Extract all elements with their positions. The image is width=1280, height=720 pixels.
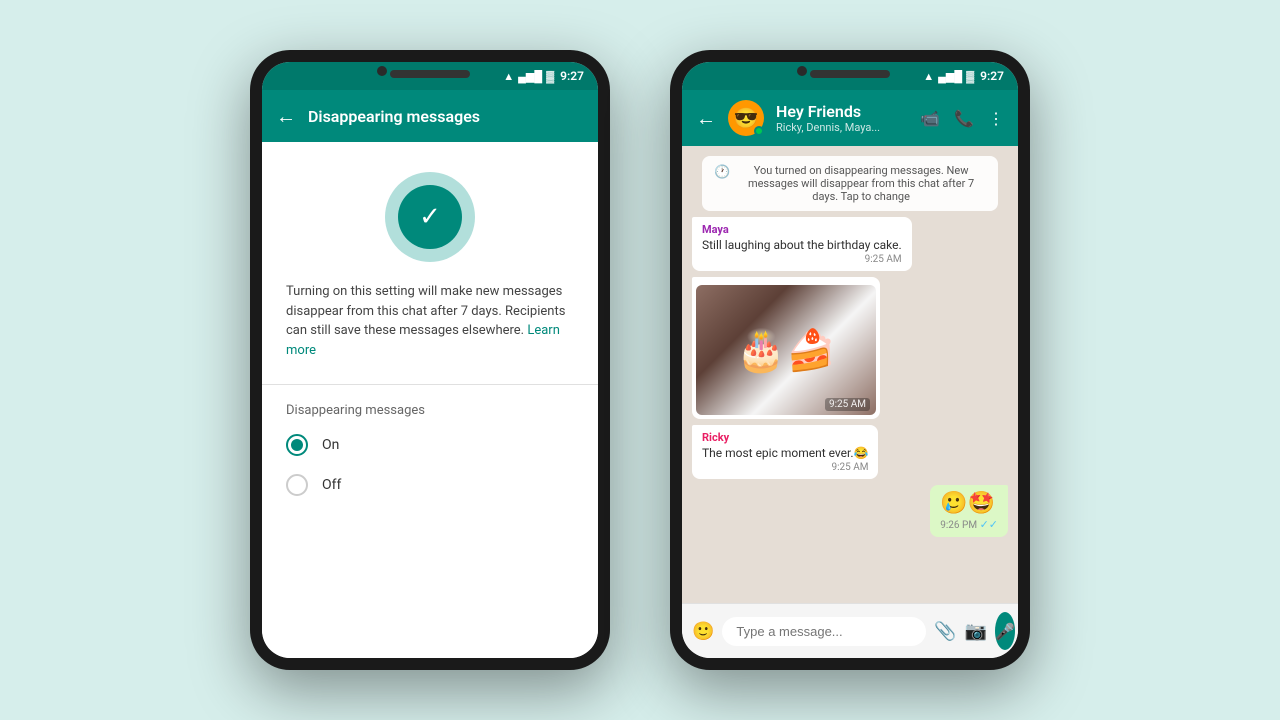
icon-circle: ✓ [385,172,475,262]
wifi-icon-2: ▲ [923,70,934,83]
battery-icon-1: ▓ [546,70,554,83]
phone-1-inner: ▲ ▄▆█ ▓ 9:27 ← Disappearing messages ✓ [262,62,598,658]
system-message-text: You turned on disappearing messages. New… [736,164,986,203]
msg-time-maya: 9:25 AM [702,254,902,265]
description-text: Turning on this setting will make new me… [262,282,598,380]
time-display-1: 9:27 [560,69,584,83]
chat-area: 🕐 You turned on disappearing messages. N… [682,146,1018,603]
wifi-icon-1: ▲ [503,70,514,83]
message-text-maya: Still laughing about the birthday cake. [702,238,902,252]
phone-camera [377,66,387,76]
bubble-sent-emoji: 🥲🤩 9:26 PM ✓✓ [930,485,1008,537]
emoji-icon[interactable]: 🙂 [692,621,714,642]
chat-toolbar-icons: 📹 📞 ⋮ [920,109,1004,128]
check-icon: ✓ [419,202,441,232]
online-indicator [754,126,764,136]
chat-toolbar: ← 😎 Hey Friends Ricky, Dennis, Maya... 📹… [682,90,1018,146]
message-sent-emoji: 🥲🤩 9:26 PM ✓✓ [930,485,1008,537]
time-display-2: 9:27 [980,69,1004,83]
status-icons-2: ▲ ▄▆█ ▓ [923,70,974,83]
phone-2-camera [797,66,807,76]
radio-outer-on [286,434,308,456]
attach-icon[interactable]: 📎 [934,621,956,642]
camera-icon[interactable]: 📷 [965,621,987,642]
sent-emoji-text: 🥲🤩 [940,491,995,516]
battery-icon-2: ▓ [966,70,974,83]
phone-2-notch [810,70,890,78]
radio-off[interactable]: Off [286,474,574,496]
screen-content-1: ✓ Turning on this setting will make new … [262,142,598,658]
radio-label-off: Off [322,477,341,493]
divider [262,384,598,385]
message-maya-image: 🎂🍰 9:25 AM [692,277,880,419]
radio-inner-on [291,439,303,451]
back-button-1[interactable]: ← [276,104,296,129]
mic-button[interactable]: 🎤 [995,612,1015,650]
bubble-ricky: Ricky The most epic moment ever.😂 9:25 A… [692,425,878,479]
message-text-ricky: The most epic moment ever.😂 [702,446,868,460]
setting-section: Disappearing messages On Off [262,389,598,528]
toolbar-title-1: Disappearing messages [308,107,584,126]
system-message[interactable]: 🕐 You turned on disappearing messages. N… [702,156,998,211]
video-call-icon[interactable]: 📹 [920,109,940,128]
chat-subtitle: Ricky, Dennis, Maya... [776,121,908,134]
signal-icon-2: ▄▆█ [938,70,962,83]
sender-ricky: Ricky [702,431,868,444]
voice-call-icon[interactable]: 📞 [954,109,974,128]
status-icons-1: ▲ ▄▆█ ▓ [503,70,554,83]
radio-outer-off [286,474,308,496]
phone-2-inner: ▲ ▄▆█ ▓ 9:27 ← 😎 Hey Friends Ricky, Denn… [682,62,1018,658]
toolbar-1: ← Disappearing messages [262,90,598,142]
phone-1: ▲ ▄▆█ ▓ 9:27 ← Disappearing messages ✓ [250,50,610,670]
cake-emoji: 🎂🍰 [736,327,836,374]
message-ricky: Ricky The most epic moment ever.😂 9:25 A… [692,425,878,479]
read-receipt: ✓✓ [980,518,998,531]
chat-avatar: 😎 [728,100,764,136]
chat-title-block: Hey Friends Ricky, Dennis, Maya... [776,102,908,134]
message-input[interactable] [722,617,926,646]
mic-icon: 🎤 [995,622,1015,641]
back-button-2[interactable]: ← [696,106,716,131]
disappear-icon: 🕐 [714,165,730,180]
msg-time-ricky: 9:25 AM [702,462,868,473]
cake-image: 🎂🍰 9:25 AM [696,285,876,415]
setting-label: Disappearing messages [286,403,574,418]
input-bar: 🙂 📎 📷 🎤 [682,603,1018,658]
bubble-maya-text: Maya Still laughing about the birthday c… [692,217,912,271]
phone-2: ▲ ▄▆█ ▓ 9:27 ← 😎 Hey Friends Ricky, Denn… [670,50,1030,670]
radio-on[interactable]: On [286,434,574,456]
more-options-icon[interactable]: ⋮ [988,109,1004,128]
message-maya-text: Maya Still laughing about the birthday c… [692,217,912,271]
signal-icon-1: ▄▆█ [518,70,542,83]
phone-notch [390,70,470,78]
sender-maya: Maya [702,223,902,236]
msg-time-sent: 9:26 PM ✓✓ [940,518,998,531]
image-time: 9:25 AM [825,398,870,411]
radio-label-on: On [322,437,339,453]
check-icon-circle: ✓ [398,185,462,249]
bubble-maya-image: 🎂🍰 9:25 AM [692,277,880,419]
chat-title: Hey Friends [776,102,908,121]
phones-container: ▲ ▄▆█ ▓ 9:27 ← Disappearing messages ✓ [250,50,1030,670]
